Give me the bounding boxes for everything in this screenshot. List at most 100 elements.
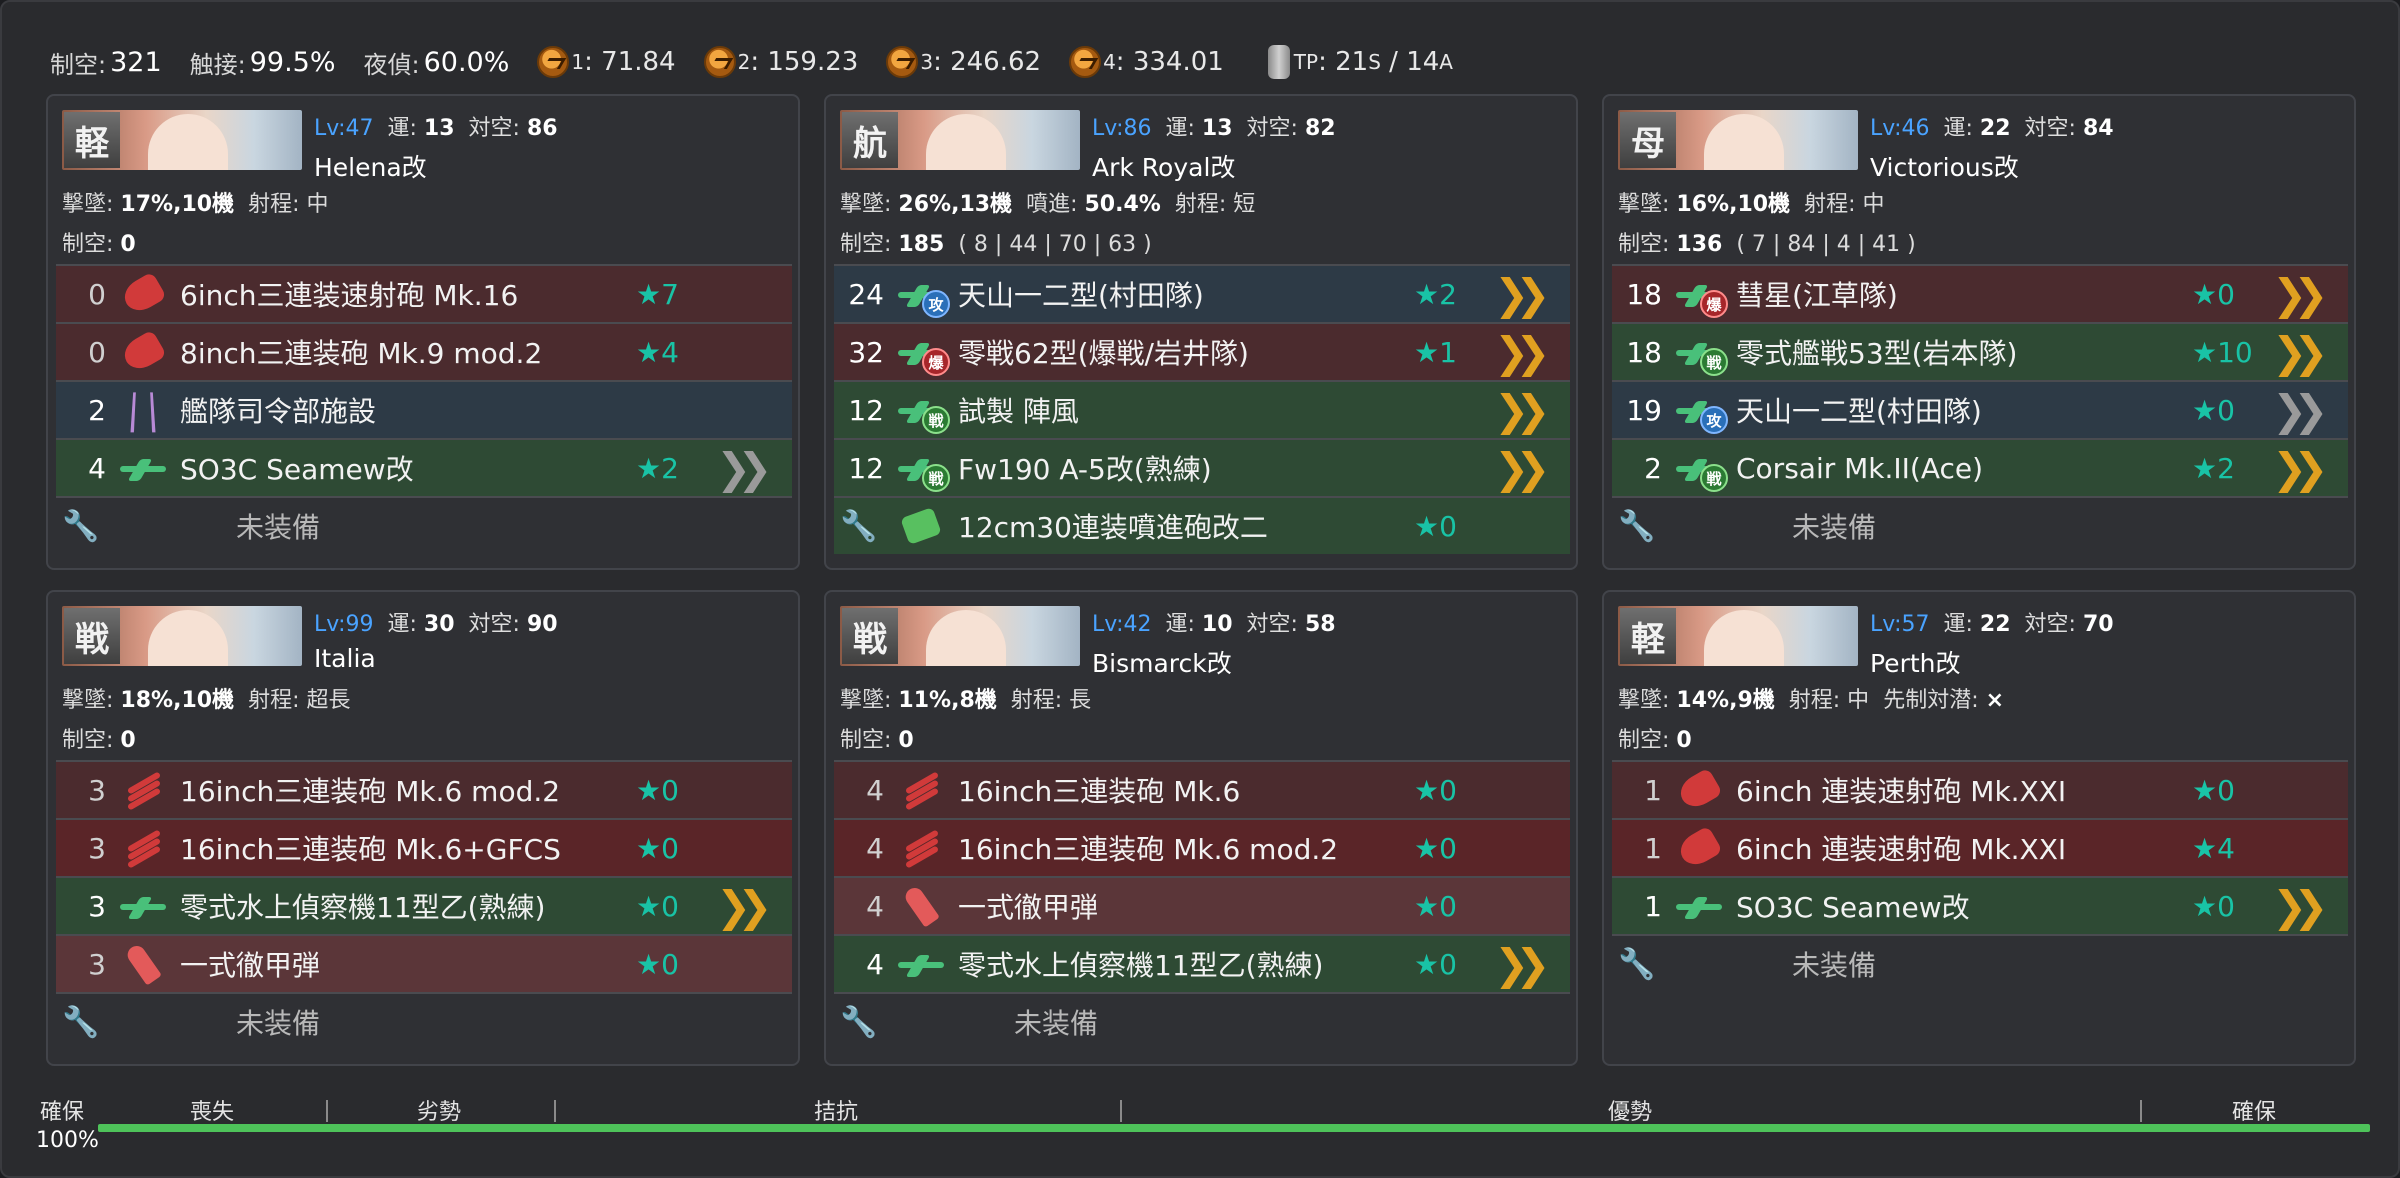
equipment-icon [114,504,172,548]
ship-card[interactable]: 軽 Lv:47 運: 13 対空: 86 Helena改 撃墜: 17%,10機 射程… [46,94,800,570]
equipment-slot[interactable]: 3 16inch三連装砲 Mk.6 mod.2 ★0 [56,760,792,818]
equipment-slot[interactable]: 1 6inch 連装速射砲 Mk.XXI ★0 [1612,760,2348,818]
equipment-slot[interactable]: 3 一式徹甲弾 ★0 [56,934,792,992]
ship-card[interactable]: 戦 Lv:99 運: 30 対空: 90 Italia 撃墜: 18%,10機 射程:… [46,590,800,1066]
equipment-icon: 戦 [892,388,950,434]
ship-level: Lv:57 [1870,612,1930,637]
ship-portrait[interactable]: 母 [1618,110,1858,170]
ship-card[interactable]: 母 Lv:46 運: 22 対空: 84 Victorious改 撃墜: 16%,10… [1602,94,2356,570]
equipment-slot[interactable]: 12 戦 Fw190 A-5改(熟練) ❯❯ [834,438,1570,496]
equipment-slot[interactable]: 24 攻天山一二型(村田隊) ★2 ❯❯ [834,264,1570,322]
improvement-level: ★0 [2192,394,2235,427]
seaplane-icon [1676,897,1722,915]
slot-count: 🔧 [1612,509,1662,544]
equipment-slot[interactable]: 18 戦零式艦戦53型(岩本隊) ★10 ❯❯ [1612,322,2348,380]
ship-card[interactable]: 航 Lv:86 運: 13 対空: 82 Ark Royal改 撃墜: 26%,13機… [824,94,1578,570]
equipment-icon [114,271,172,317]
air-state-percent: 100% [36,1128,99,1153]
equipment-name: 8inch三連装砲 Mk.9 mod.2 [180,337,543,370]
empty-slot[interactable]: 🔧 未装備 [1612,934,2348,992]
empty-slot[interactable]: 🔧 未装備 [834,992,1570,1050]
equipment-slot[interactable]: 🔧 12cm30連装噴進砲改二 ★0 [834,496,1570,554]
ship-card[interactable]: 軽 Lv:57 運: 22 対空: 70 Perth改 撃墜: 14%,9機 射程: … [1602,590,2356,1066]
seaplane-icon [898,955,944,973]
detail-value: × [1985,688,2005,713]
empty-slot[interactable]: 🔧 未装備 [56,496,792,554]
slot-count: 4 [866,831,884,865]
ship-name[interactable]: Ark Royal改 [1092,148,1235,184]
ship-name[interactable]: Italia [314,644,376,673]
equipment-slot[interactable]: 0 6inch三連装速射砲 Mk.16 ★7 [56,264,792,322]
wave-value: : 159.23 [750,47,859,77]
equipment-list: 0 6inch三連装速射砲 Mk.16 ★7 0 8inch三連装砲 Mk.9 mod.… [56,264,792,554]
equipment-name: Fw190 A-5改(熟練) [958,453,1212,486]
improvement-level: ★0 [1414,832,1457,865]
equipment-slot[interactable]: 2 艦隊司令部施設 [56,380,792,438]
ship-card[interactable]: 戦 Lv:42 運: 10 対空: 58 Bismarck改 撃墜: 11%,8機 射… [824,590,1578,1066]
ship-type-badge: 母 [1620,112,1676,168]
detail-value: 長 [1069,688,1092,713]
slot-count: 1 [1644,773,1662,807]
improvement-level: ★1 [1414,336,1457,369]
ship-portrait[interactable]: 戦 [62,606,302,666]
ship-name[interactable]: Victorious改 [1870,148,2019,184]
main-gun-icon [119,329,167,375]
ship-portrait[interactable]: 軽 [62,110,302,170]
equipment-slot[interactable]: 3 零式水上偵察機11型乙(熟練) ★0 ❯❯ [56,876,792,934]
seaplane-icon [120,897,166,915]
ship-portrait[interactable]: 戦 [840,606,1080,666]
detail-value: 11%,8機 [898,688,997,713]
equipment-slot[interactable]: 19 攻天山一二型(村田隊) ★0 ❯❯ [1612,380,2348,438]
wrench-icon: 🔧 [1618,946,1656,982]
luck-value: 10 [1201,612,1233,637]
equipment-slot[interactable]: 3 16inch三連装砲 Mk.6+GFCS ★0 [56,818,792,876]
improvement-level: ★0 [2192,890,2235,923]
slot-count: 19 [1626,393,1662,427]
equipment-slot[interactable]: 4 一式徹甲弾 ★0 [834,876,1570,934]
empty-slot[interactable]: 🔧 未装備 [1612,496,2348,554]
equipment-icon: 戦 [892,446,950,492]
equipment-slot[interactable]: 32 爆零戦62型(爆戦/岩井隊) ★1 ❯❯ [834,322,1570,380]
ap-shell-icon [902,884,940,928]
ship-name[interactable]: Bismarck改 [1092,644,1232,680]
aa-value: 84 [2082,116,2114,141]
equipment-slot[interactable]: 2 戦 Corsair Mk.II(Ace) ★2 ❯❯ [1612,438,2348,496]
proficiency-chevron-icon: ❯❯ [716,882,772,931]
ship-portrait[interactable]: 航 [840,110,1080,170]
equipment-slot[interactable]: 18 爆彗星(江草隊) ★0 ❯❯ [1612,264,2348,322]
equipment-slot[interactable]: 4 零式水上偵察機11型乙(熟練) ★0 ❯❯ [834,934,1570,992]
ship-level: Lv:46 [1870,116,1930,141]
equipment-slot[interactable]: 12 戦試製 陣風 ❯❯ [834,380,1570,438]
ship-portrait[interactable]: 軽 [1618,606,1858,666]
ship-name[interactable]: Helena改 [314,148,427,184]
detail-label: 制空: [1618,728,1670,753]
ship-stats: Lv:86 運: 13 対空: 82 [1092,110,1336,142]
equipment-slot[interactable]: 4 SO3C Seamew改 ★2 ❯❯ [56,438,792,496]
equipment-name: 零戦62型(爆戦/岩井隊) [958,337,1249,370]
detail-label: 射程: [1788,688,1841,713]
equipment-slot[interactable]: 1 SO3C Seamew改 ★0 ❯❯ [1612,876,2348,934]
slot-count: 0 [88,335,106,369]
air-state-label: 拮抗 [814,1100,859,1125]
empty-slot[interactable]: 🔧 未装備 [56,992,792,1050]
ship-face-image [148,610,228,666]
equipment-slot[interactable]: 4 16inch三連装砲 Mk.6 mod.2 ★0 [834,818,1570,876]
detail-value: 中 [1862,192,1885,217]
equipment-slot[interactable]: 0 8inch三連装砲 Mk.9 mod.2 ★4 [56,322,792,380]
detail-label: 射程: [1804,192,1856,217]
equipment-list: 4 16inch三連装砲 Mk.6 ★0 4 16inch三連装砲 Mk.6 mod.2… [834,760,1570,1050]
tp-a-separator: / [1380,47,1407,77]
luck-label: 運: [1165,612,1195,637]
aa-label: 対空: [468,612,520,637]
ship-name[interactable]: Perth改 [1870,644,1961,680]
equipment-slot[interactable]: 1 6inch 連装速射砲 Mk.XXI ★4 [1612,818,2348,876]
ship-level: Lv:42 [1092,612,1152,637]
ship-detail-row: 撃墜: 11%,8機 射程: 長 [840,682,1091,714]
equipment-slot[interactable]: 4 16inch三連装砲 Mk.6 ★0 [834,760,1570,818]
rocket-launcher-icon [900,507,942,545]
slot-count: 4 [866,889,884,923]
detail-value: ( 8 | 44 | 70 | 63 ) [958,232,1152,257]
equipment-name: 彗星(江草隊) [1736,279,1898,312]
fighter-badge-icon: 戦 [922,464,950,492]
wave-3: 3 : 246.62 [886,46,1041,78]
